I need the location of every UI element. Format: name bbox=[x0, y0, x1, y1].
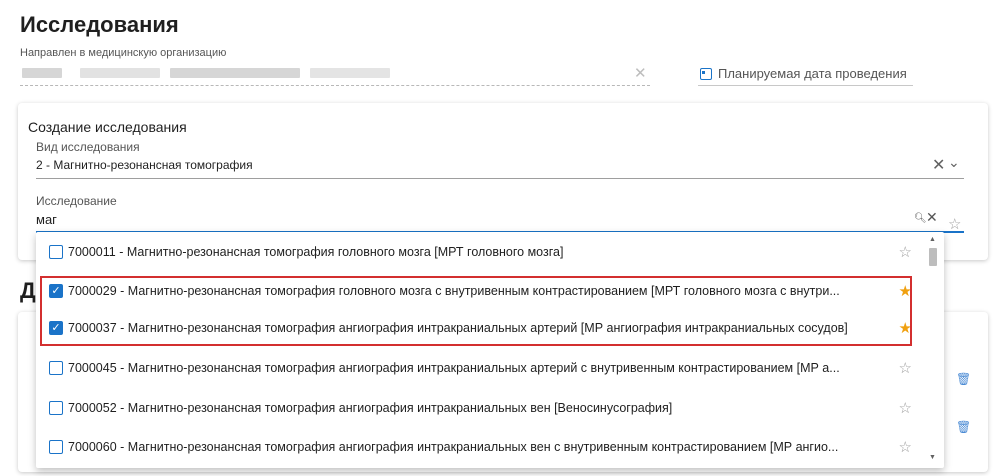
org-clear-icon[interactable]: ✕ bbox=[634, 64, 647, 82]
redacted-value bbox=[310, 68, 390, 78]
redacted-value bbox=[170, 68, 300, 78]
study-option[interactable]: ✓ 7000029 - Магнитно-резонансная томогра… bbox=[36, 273, 926, 309]
study-option-label: 7000011 - Магнитно-резонансная томографи… bbox=[68, 245, 564, 259]
study-option-label: 7000052 - Магнитно-резонансная томографи… bbox=[68, 401, 673, 415]
study-option[interactable]: 7000045 - Магнитно-резонансная томографи… bbox=[36, 350, 926, 386]
redacted-value bbox=[80, 68, 160, 78]
favorite-star-icon[interactable]: ☆ bbox=[899, 359, 912, 377]
scroll-up-icon[interactable]: ▲ bbox=[929, 236, 936, 243]
calendar-icon bbox=[700, 67, 712, 80]
search-icon[interactable]: 🔍︎ bbox=[914, 213, 927, 224]
study-option-label: 7000045 - Магнитно-резонансная томографи… bbox=[68, 361, 840, 375]
scroll-down-icon[interactable]: ▼ bbox=[929, 454, 936, 461]
favorite-star-filled-icon[interactable]: ★ bbox=[899, 282, 912, 300]
scrollbar-thumb[interactable] bbox=[929, 248, 937, 266]
study-option[interactable]: 7000011 - Магнитно-резонансная томографи… bbox=[36, 234, 926, 270]
planned-date-label: Планируемая дата проведения bbox=[718, 66, 907, 81]
study-kind-clear-icon[interactable]: ✕ bbox=[932, 155, 945, 175]
trash-icon[interactable]: 🗑︎ bbox=[956, 372, 971, 386]
favorite-star-icon[interactable]: ☆ bbox=[948, 215, 961, 233]
study-option[interactable]: 7000052 - Магнитно-резонансная томографи… bbox=[36, 390, 926, 426]
study-option-label: 7000037 - Магнитно-резонансная томографи… bbox=[68, 321, 848, 335]
study-kind-underline bbox=[36, 178, 964, 179]
favorite-star-icon[interactable]: ☆ bbox=[899, 438, 912, 456]
checkbox[interactable] bbox=[49, 361, 63, 375]
favorite-star-icon[interactable]: ☆ bbox=[899, 399, 912, 417]
checkbox-checked[interactable]: ✓ bbox=[49, 321, 63, 335]
favorite-star-filled-icon[interactable]: ★ bbox=[899, 319, 912, 337]
study-clear-icon[interactable]: ✕ bbox=[926, 209, 938, 226]
study-search-input[interactable] bbox=[36, 209, 916, 229]
org-field[interactable] bbox=[20, 62, 650, 86]
checkbox[interactable] bbox=[49, 440, 63, 454]
create-study-title: Создание исследования bbox=[28, 119, 187, 135]
study-kind-label: Вид исследования bbox=[36, 140, 140, 154]
study-option[interactable]: 7000060 - Магнитно-резонансная томографи… bbox=[36, 429, 926, 465]
study-option-label: 7000029 - Магнитно-резонансная томографи… bbox=[68, 284, 840, 298]
study-kind-select[interactable]: 2 - Магнитно-резонансная томография bbox=[36, 158, 253, 172]
org-field-label: Направлен в медицинскую организацию bbox=[20, 47, 227, 59]
chevron-down-icon[interactable]: ⌄ bbox=[948, 154, 960, 171]
checkbox[interactable] bbox=[49, 401, 63, 415]
trash-icon[interactable]: 🗑︎ bbox=[956, 420, 971, 434]
study-option-label: 7000060 - Магнитно-резонансная томографи… bbox=[68, 440, 839, 454]
favorite-star-icon[interactable]: ☆ bbox=[899, 243, 912, 261]
dropdown-scrollbar[interactable]: ▲ ▼ bbox=[926, 236, 940, 464]
study-option[interactable]: ✓ 7000037 - Магнитно-резонансная томогра… bbox=[36, 310, 926, 346]
planned-date-field[interactable]: Планируемая дата проведения bbox=[698, 62, 913, 86]
page-title: Исследования bbox=[20, 12, 179, 37]
checkbox[interactable] bbox=[49, 245, 63, 259]
redacted-value bbox=[22, 68, 62, 78]
checkbox-checked[interactable]: ✓ bbox=[49, 284, 63, 298]
section-title: Д bbox=[20, 278, 36, 303]
study-label: Исследование bbox=[36, 194, 117, 208]
study-options-dropdown: 7000011 - Магнитно-резонансная томографи… bbox=[36, 232, 944, 468]
